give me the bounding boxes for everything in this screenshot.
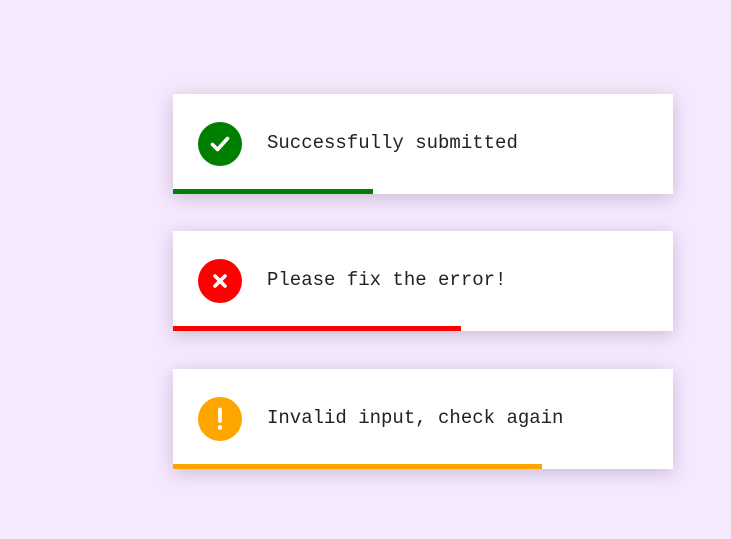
toast-progress-bar	[173, 189, 373, 194]
toast-stack: Successfully submitted Please fix the er…	[0, 0, 731, 539]
toast-success: Successfully submitted	[173, 94, 673, 194]
toast-message: Invalid input, check again	[267, 407, 564, 429]
warning-icon-badge	[198, 397, 242, 441]
exclamation-icon	[217, 407, 223, 430]
toast-error: Please fix the error!	[173, 231, 673, 331]
toast-message: Please fix the error!	[267, 269, 507, 291]
toast-progress-bar	[173, 326, 461, 331]
toast-warning: Invalid input, check again	[173, 369, 673, 469]
check-icon	[210, 136, 230, 152]
toast-message: Successfully submitted	[267, 132, 518, 154]
x-icon	[213, 274, 227, 288]
toast-progress-bar	[173, 464, 542, 469]
error-icon-badge	[198, 259, 242, 303]
success-icon-badge	[198, 122, 242, 166]
